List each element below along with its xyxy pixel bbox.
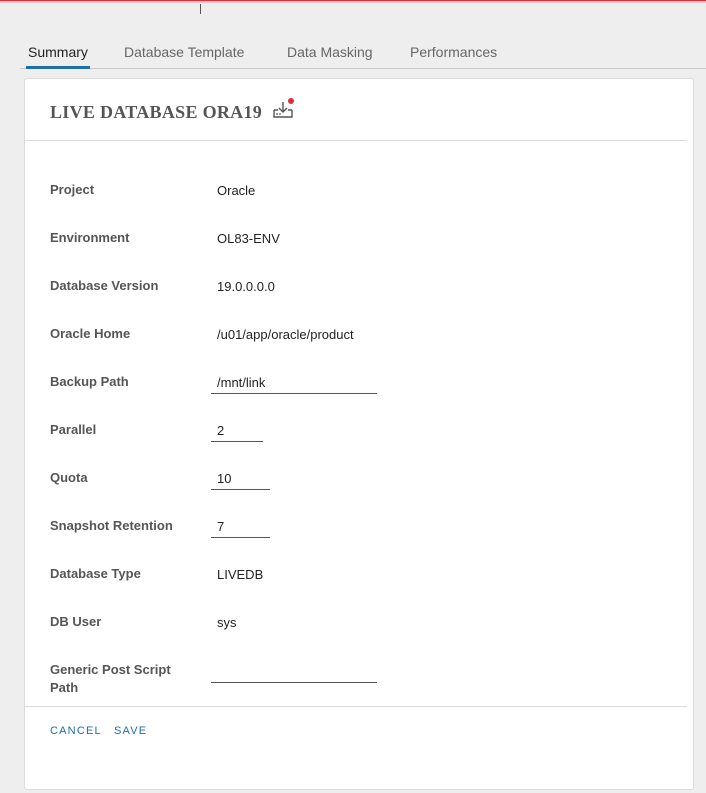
download-tray-icon[interactable] [270, 97, 296, 121]
backup-path-input[interactable] [211, 372, 377, 394]
oracle-home-value: /u01/app/oracle/product [217, 327, 354, 342]
parallel-input[interactable] [211, 420, 263, 442]
quota-label: Quota [50, 470, 88, 485]
db-user-label: DB User [50, 614, 102, 629]
footer-divider [25, 706, 687, 707]
save-button[interactable]: SAVE [114, 725, 147, 737]
database-version-value: 19.0.0.0.0 [217, 279, 275, 294]
db-user-value: sys [217, 615, 237, 630]
top-bar [0, 0, 706, 3]
quota-input[interactable] [211, 468, 270, 490]
environment-label: Environment [50, 230, 130, 245]
tab-data-masking[interactable]: Data Masking [285, 44, 375, 68]
generic-post-script-path-input[interactable] [211, 661, 377, 683]
page-title: LIVE DATABASE ORA19 [50, 102, 263, 122]
tab-bar: Summary Database Template Data Masking P… [20, 40, 706, 69]
project-label: Project [50, 182, 95, 197]
generic-post-script-path-label: Generic Post Script Path [50, 662, 171, 695]
database-summary-card: LIVE DATABASE ORA19 Project Oracle Envir… [24, 78, 694, 790]
database-type-label: Database Type [50, 566, 141, 581]
header-divider [25, 140, 687, 141]
parallel-label: Parallel [50, 422, 97, 437]
backup-path-label: Backup Path [50, 374, 129, 389]
snapshot-retention-label: Snapshot Retention [50, 518, 173, 533]
tab-database-template[interactable]: Database Template [122, 44, 246, 68]
database-type-value: LIVEDB [217, 567, 264, 582]
tab-summary[interactable]: Summary [26, 44, 90, 69]
project-value: Oracle [217, 183, 256, 198]
database-version-label: Database Version [50, 278, 159, 293]
notification-badge [288, 98, 294, 104]
text-caret [200, 4, 201, 14]
environment-value: OL83-ENV [217, 231, 280, 246]
cancel-button[interactable]: CANCEL [50, 725, 102, 737]
snapshot-retention-input[interactable] [211, 516, 270, 538]
oracle-home-label: Oracle Home [50, 326, 131, 341]
tab-performances[interactable]: Performances [408, 44, 499, 68]
